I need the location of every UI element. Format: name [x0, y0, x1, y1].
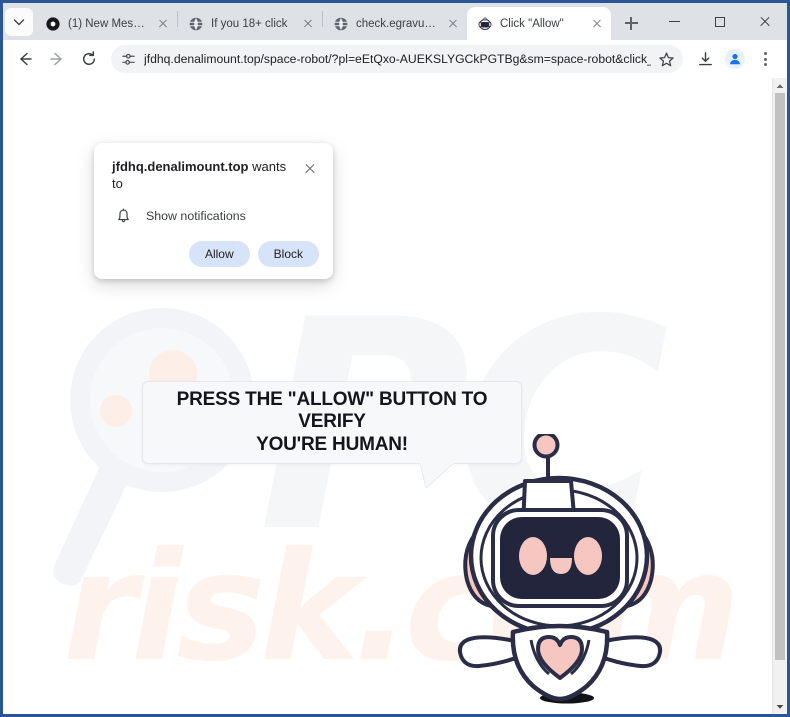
notification-permission-dialog: jfdhq.denalimount.top wants to Show noti…	[94, 143, 333, 279]
close-window-button[interactable]	[742, 5, 787, 38]
tab-check-egravure[interactable]: check.egravure.com/?6r	[323, 7, 467, 40]
chevron-down-icon	[13, 19, 25, 26]
bubble-line-2: YOU'RE HUMAN!	[256, 433, 408, 455]
tab-close-button[interactable]	[445, 16, 461, 32]
scroll-down-button[interactable]	[773, 699, 787, 714]
block-button[interactable]: Block	[257, 240, 319, 267]
address-bar[interactable]: jfdhq.denalimount.top/space-robot/?pl=eE…	[111, 45, 683, 73]
robot-mascot	[455, 431, 675, 709]
tab-if-you-18-click[interactable]: If you 18+ click	[178, 7, 322, 40]
minimize-button[interactable]	[652, 5, 697, 38]
browser-viewport: PC risk.com PRESS THE "ALLOW" BUTTON TO …	[3, 78, 787, 714]
tab-title: Click "Allow"	[500, 17, 564, 30]
tab-close-button[interactable]	[300, 16, 316, 32]
chrome-menu-button[interactable]	[751, 45, 779, 73]
permission-dialog-header: jfdhq.denalimount.top wants to	[112, 159, 319, 193]
download-icon	[698, 51, 712, 65]
downloads-button[interactable]	[691, 45, 719, 73]
site-settings-icon[interactable]	[120, 51, 136, 67]
tab-close-button[interactable]	[589, 16, 605, 32]
url-text[interactable]: jfdhq.denalimount.top/space-robot/?pl=eE…	[144, 51, 651, 67]
arrow-left-icon	[20, 52, 32, 66]
browser-toolbar: jfdhq.denalimount.top/space-robot/?pl=eE…	[3, 40, 787, 78]
window-controls	[652, 3, 787, 40]
tab-title: check.egravure.com/?6r	[356, 17, 437, 30]
arrow-right-icon	[50, 52, 62, 66]
kebab-menu-icon	[763, 52, 767, 66]
toolbar-actions	[689, 45, 779, 73]
speech-bubble-tail	[419, 461, 460, 489]
bell-icon	[114, 207, 132, 225]
minimize-icon	[669, 20, 680, 23]
chevron-up-icon	[776, 83, 784, 88]
scroll-up-button[interactable]	[773, 78, 787, 93]
permission-dialog-actions: Allow Block	[112, 240, 319, 267]
tab-close-button[interactable]	[155, 16, 171, 32]
reload-icon	[82, 51, 96, 65]
back-button[interactable]	[11, 45, 39, 73]
person-icon	[729, 53, 741, 65]
permission-label: Show notifications	[146, 208, 246, 223]
tab-title: (1) New Message!	[68, 17, 147, 30]
new-tab-button[interactable]	[617, 9, 645, 37]
tab-search-button[interactable]	[5, 8, 33, 36]
globe-favicon	[333, 16, 349, 32]
tab-new-message[interactable]: (1) New Message!	[35, 7, 177, 40]
scrollbar-thumb[interactable]	[775, 93, 785, 660]
allow-button[interactable]: Allow	[188, 240, 250, 267]
permission-dialog-close-button[interactable]	[301, 160, 319, 178]
tab-strip: (1) New Message! If you 18+ click	[3, 3, 787, 40]
maximize-button[interactable]	[697, 5, 742, 38]
maximize-icon	[714, 16, 725, 27]
browser-window: (1) New Message! If you 18+ click	[0, 0, 790, 717]
permission-item-notifications: Show notifications	[112, 207, 319, 225]
robot-favicon	[477, 16, 493, 32]
dark-circle-favicon	[45, 16, 61, 32]
bookmark-star-icon[interactable]	[657, 50, 675, 68]
speech-bubble-text: PRESS THE "ALLOW" BUTTON TO VERIFY YOU'R…	[161, 389, 503, 455]
profile-button[interactable]	[721, 45, 749, 73]
chevron-down-icon	[776, 704, 784, 709]
forward-button[interactable]	[43, 45, 71, 73]
bubble-line-1: PRESS THE "ALLOW" BUTTON TO VERIFY	[176, 389, 488, 433]
vertical-scrollbar[interactable]	[772, 78, 787, 714]
plus-icon	[630, 16, 632, 30]
globe-favicon	[188, 16, 204, 32]
reload-button[interactable]	[75, 45, 103, 73]
tab-click-allow[interactable]: Click "Allow"	[467, 7, 611, 40]
tab-title: If you 18+ click	[211, 17, 288, 30]
avatar	[725, 49, 745, 69]
permission-origin: jfdhq.denalimount.top	[112, 159, 249, 174]
close-icon	[759, 16, 771, 28]
permission-dialog-title: jfdhq.denalimount.top wants to	[112, 159, 293, 193]
